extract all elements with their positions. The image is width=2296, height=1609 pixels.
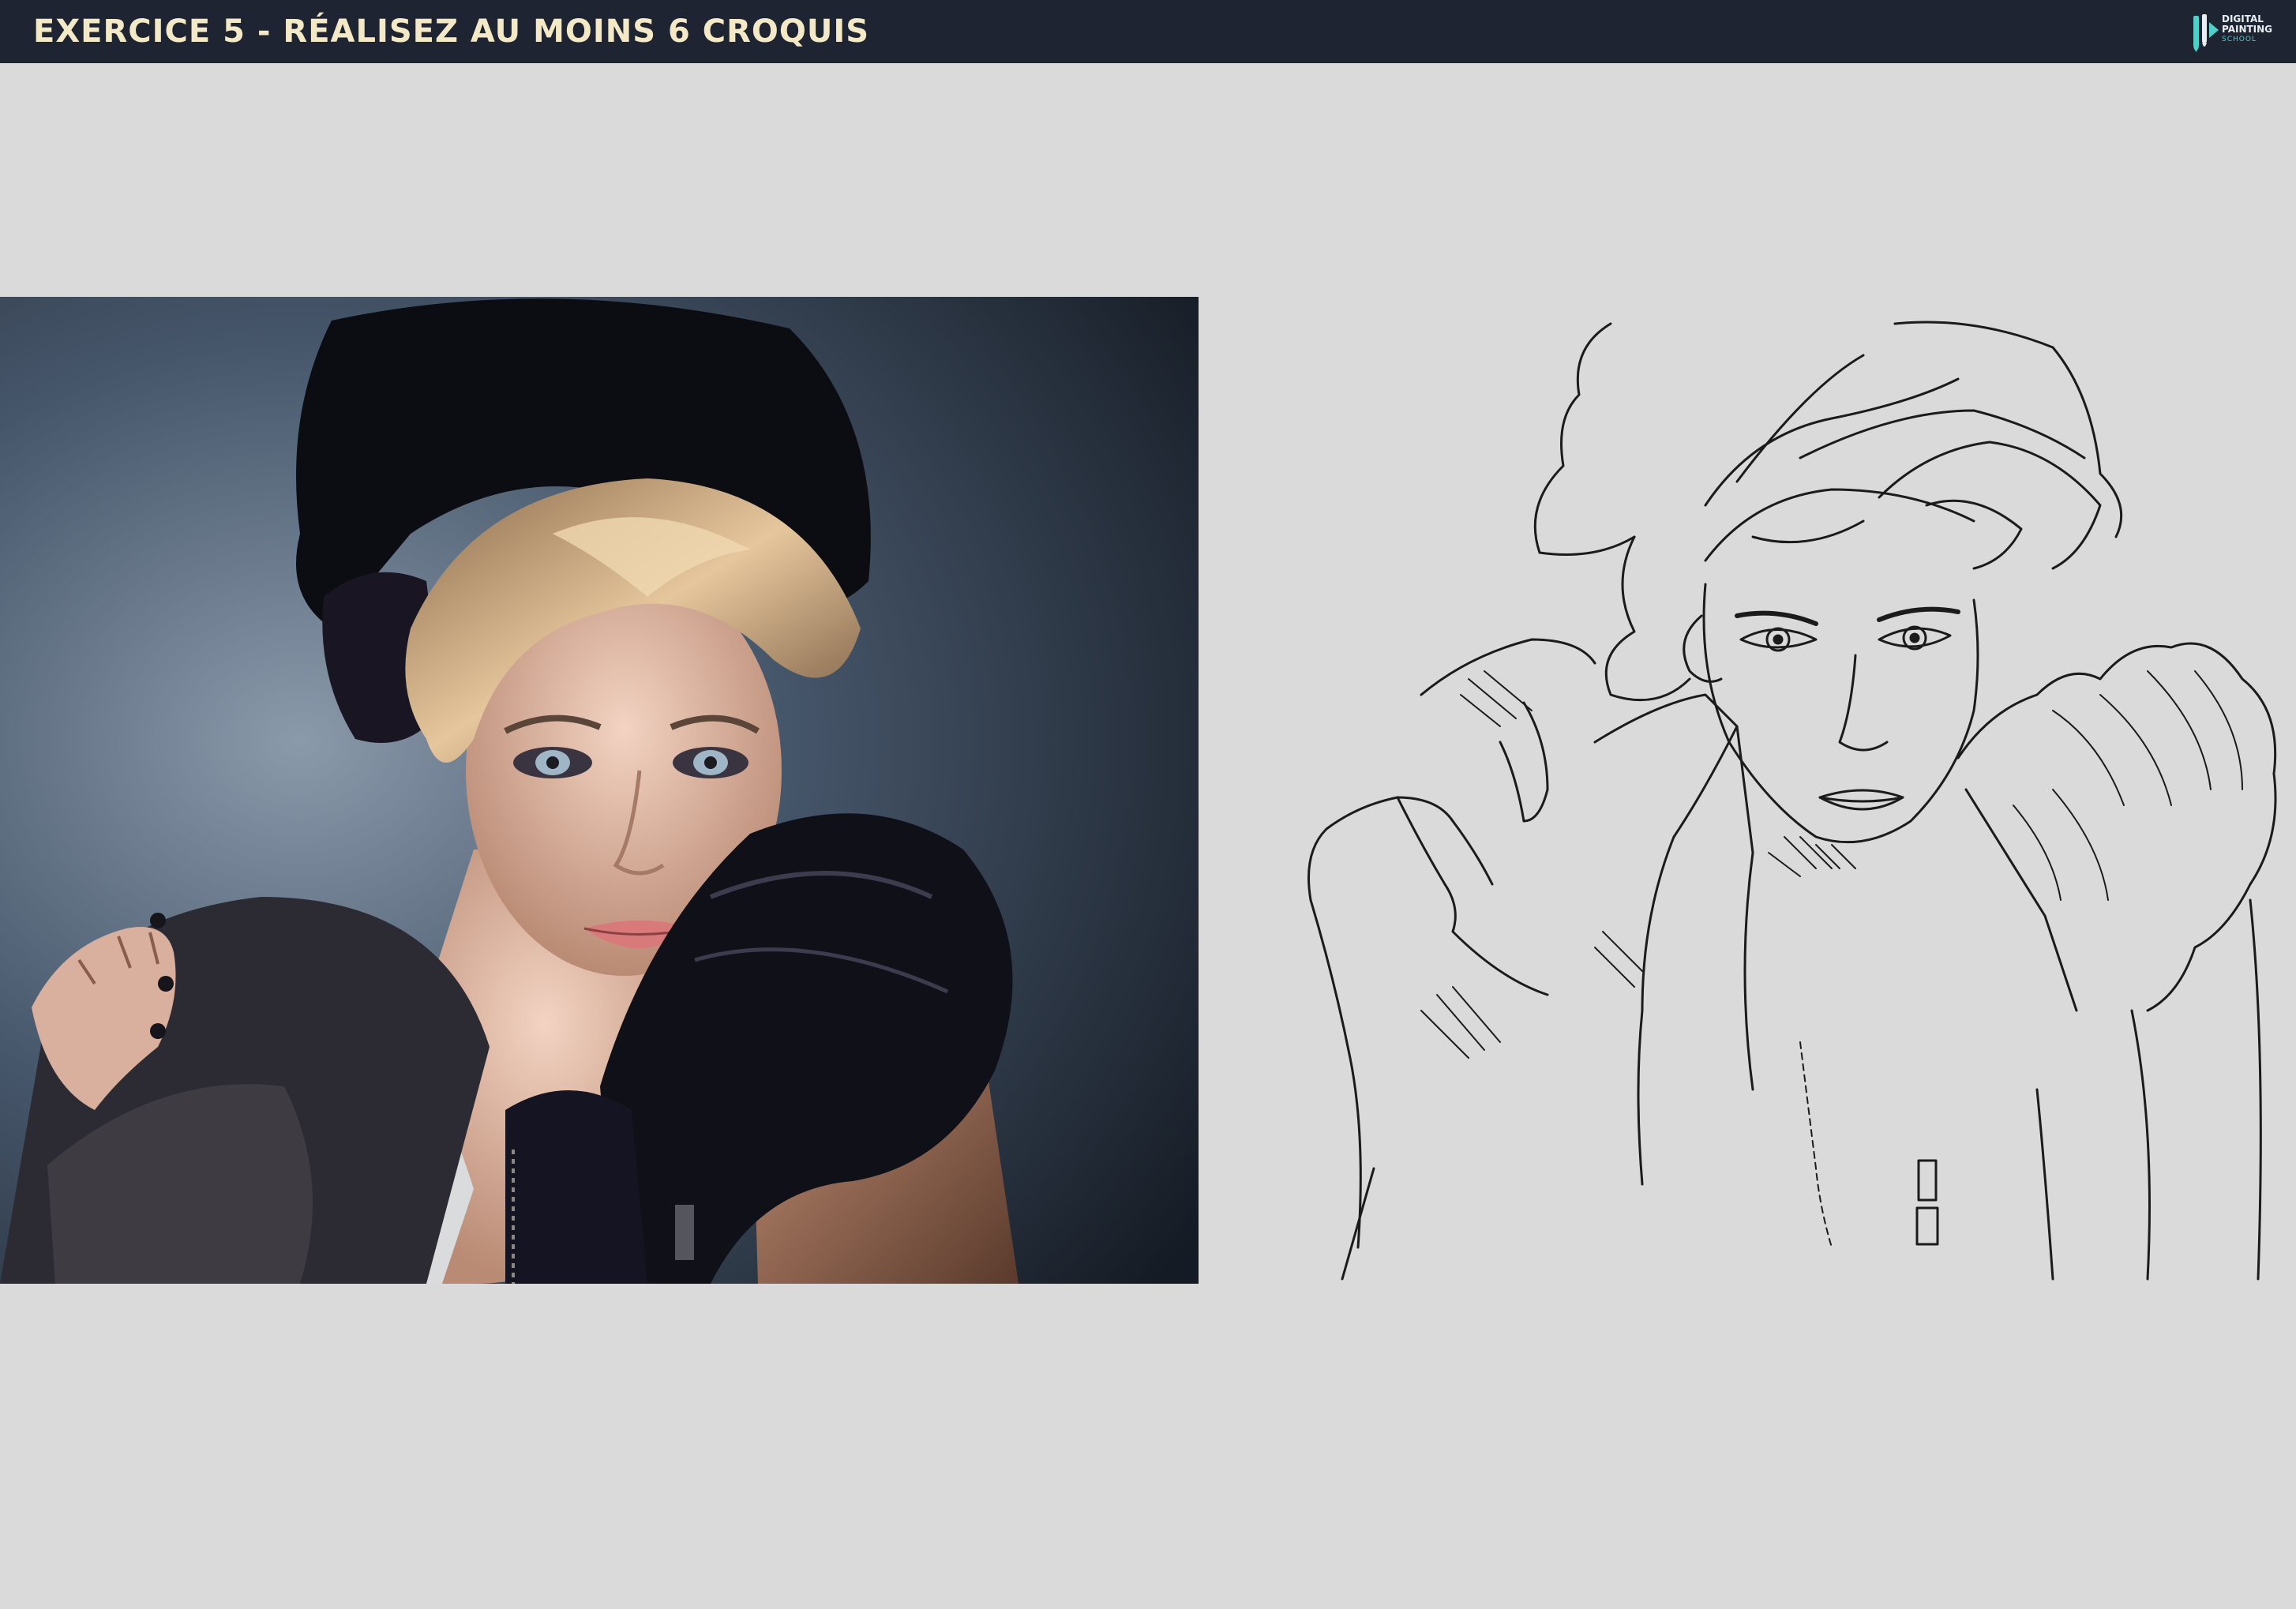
logo-line3: SCHOOL xyxy=(2222,36,2257,43)
reference-photo xyxy=(0,297,1199,1284)
digital-painting-school-logo: DIGITAL PAINTING SCHOOL xyxy=(2192,11,2287,54)
page-title: EXERCICE 5 - RÉALISEZ AU MOINS 6 CROQUIS xyxy=(33,13,870,50)
logo-line2: PAINTING xyxy=(2222,24,2273,35)
pencil-brush-logo-icon xyxy=(2193,14,2219,52)
header-bar: EXERCICE 5 - RÉALISEZ AU MOINS 6 CROQUIS… xyxy=(0,0,2296,63)
line-sketch xyxy=(1307,321,2277,1281)
